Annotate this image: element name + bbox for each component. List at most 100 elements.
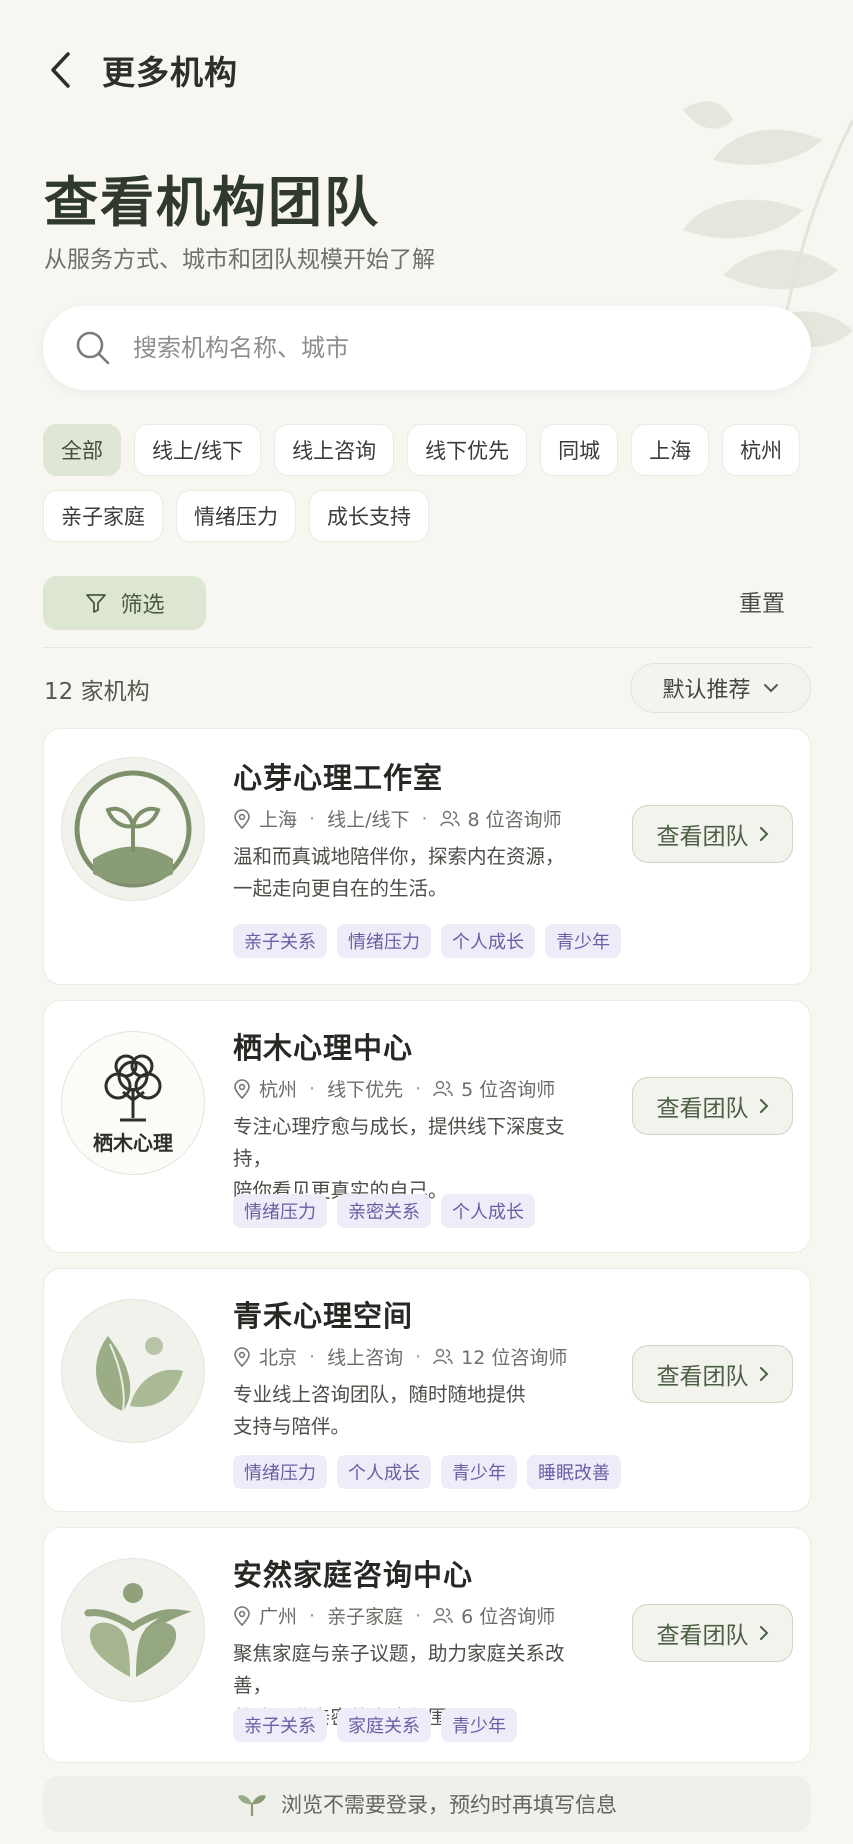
org-meta: 上海 · 线上/线下 · 8 位咨询师	[233, 805, 562, 832]
desc-line: 温和而真诚地陪伴你，探索内在资源，	[233, 845, 565, 868]
tree-logo-text: 栖木心理	[93, 1131, 173, 1155]
desc-line: 支持与陪伴。	[233, 1415, 351, 1438]
view-team-button[interactable]: 查看团队	[632, 1345, 793, 1403]
tag: 个人成长	[441, 1194, 535, 1228]
hero-title: 查看机构团队	[44, 170, 380, 234]
location-pin-icon	[234, 808, 250, 829]
back-button[interactable]	[30, 38, 90, 102]
tag: 亲密关系	[337, 1194, 431, 1228]
view-team-label: 查看团队	[656, 1364, 749, 1390]
org-city: 上海	[259, 809, 298, 831]
org-description: 专业线上咨询团队，随时随地提供 支持与陪伴。	[233, 1379, 603, 1443]
view-team-label: 查看团队	[656, 824, 749, 850]
org-card[interactable]: 心芽心理工作室 上海 · 线上/线下 · 8 位咨询师 温和而真诚地陪伴你，探索…	[43, 728, 811, 985]
tag: 个人成长	[441, 924, 535, 958]
sort-label: 默认推荐	[662, 678, 751, 703]
chip-online[interactable]: 线上咨询	[274, 424, 395, 476]
chip-family[interactable]: 亲子家庭	[43, 490, 163, 542]
view-team-label: 查看团队	[656, 1623, 749, 1649]
chip-offline-first[interactable]: 线下优先	[407, 424, 528, 476]
org-city: 广州	[259, 1606, 298, 1628]
heart-family-logo	[61, 1558, 205, 1702]
org-tags: 情绪压力 亲密关系 个人成长	[233, 1194, 535, 1228]
funnel-icon	[86, 594, 107, 613]
location-pin-icon	[234, 1078, 250, 1099]
chip-shanghai[interactable]: 上海	[631, 424, 710, 476]
chip-same-city[interactable]: 同城	[540, 424, 619, 476]
location-pin-icon	[234, 1605, 250, 1626]
filter-button[interactable]: 筛选	[43, 576, 206, 630]
chip-growth[interactable]: 成长支持	[309, 490, 429, 542]
org-counselors: 8 位咨询师	[467, 809, 562, 831]
divider	[43, 647, 811, 648]
sprout-logo	[61, 757, 205, 901]
tag: 亲子关系	[233, 924, 327, 958]
tag: 亲子关系	[233, 1708, 327, 1742]
reset-button[interactable]: 重置	[739, 584, 785, 618]
org-tags: 亲子关系 情绪压力 个人成长 青少年	[233, 924, 621, 958]
org-counselors: 6 位咨询师	[461, 1606, 556, 1628]
chevron-right-icon	[759, 1367, 768, 1381]
view-team-button[interactable]: 查看团队	[632, 805, 793, 863]
org-name: 心芽心理工作室	[233, 761, 444, 795]
chevron-right-icon	[759, 1626, 768, 1640]
tag: 青少年	[441, 1708, 517, 1742]
desc-line: 一起走向更自在的生活。	[233, 877, 448, 900]
tag: 家庭关系	[337, 1708, 431, 1742]
org-card[interactable]: 安然家庭咨询中心 广州 · 亲子家庭 · 6 位咨询师 聚焦家庭与亲子议题，助力…	[43, 1527, 811, 1763]
result-count: 12 家机构	[44, 679, 150, 705]
chevron-right-icon	[759, 1099, 768, 1113]
org-name: 栖木心理中心	[233, 1031, 414, 1065]
view-team-button[interactable]: 查看团队	[632, 1604, 793, 1662]
chip-hangzhou[interactable]: 杭州	[722, 424, 801, 476]
org-description: 专注心理疗愈与成长，提供线下深度支持， 陪你看见更真实的自己。	[233, 1111, 603, 1207]
org-card[interactable]: 青禾心理空间 北京 · 线上咨询 · 12 位咨询师 专业线上咨询团队，随时随地…	[43, 1268, 811, 1512]
hero-subtitle: 从服务方式、城市和团队规模开始了解	[44, 247, 435, 273]
org-tags: 情绪压力 个人成长 青少年 睡眠改善	[233, 1455, 621, 1489]
org-counselors: 12 位咨询师	[461, 1347, 568, 1369]
org-mode: 线上咨询	[327, 1347, 404, 1369]
org-name: 青禾心理空间	[233, 1299, 414, 1333]
sprout-icon	[238, 1795, 266, 1816]
org-meta: 杭州 · 线下优先 · 5 位咨询师	[233, 1075, 555, 1102]
tag: 情绪压力	[233, 1455, 327, 1489]
org-counselors: 5 位咨询师	[461, 1079, 556, 1101]
chevron-right-icon	[759, 827, 768, 841]
people-icon	[433, 1080, 453, 1096]
org-tags: 亲子关系 家庭关系 青少年	[233, 1708, 517, 1742]
top-bar: 更多机构	[0, 38, 853, 102]
search-input[interactable]	[133, 334, 733, 362]
footer-tip-text: 浏览不需要登录，预约时再填写信息	[281, 1793, 617, 1817]
tree-logo: 栖木心理	[61, 1031, 205, 1175]
org-name: 安然家庭咨询中心	[233, 1558, 474, 1592]
search-bar[interactable]	[43, 306, 811, 390]
chip-online-offline[interactable]: 线上/线下	[134, 424, 262, 476]
footer-tip: 浏览不需要登录，预约时再填写信息	[43, 1776, 811, 1832]
leaf-logo	[61, 1299, 205, 1443]
tag: 睡眠改善	[527, 1455, 621, 1489]
view-team-label: 查看团队	[656, 1096, 749, 1122]
desc-line: 专注心理疗愈与成长，提供线下深度支持，	[233, 1115, 565, 1170]
org-mode: 线上/线下	[327, 809, 410, 831]
sort-dropdown[interactable]: 默认推荐	[630, 663, 811, 713]
org-city: 杭州	[259, 1079, 298, 1101]
org-mode: 亲子家庭	[327, 1606, 404, 1628]
chip-emotion[interactable]: 情绪压力	[176, 490, 296, 542]
search-icon	[76, 331, 110, 365]
tag: 个人成长	[337, 1455, 431, 1489]
view-team-button[interactable]: 查看团队	[632, 1077, 793, 1135]
location-pin-icon	[234, 1346, 250, 1367]
people-icon	[433, 1607, 453, 1623]
people-icon	[433, 1348, 453, 1364]
filter-label: 筛选	[120, 593, 165, 618]
desc-line: 聚焦家庭与亲子议题，助力家庭关系改善，	[233, 1642, 565, 1697]
chip-all[interactable]: 全部	[43, 424, 121, 476]
people-icon	[439, 810, 460, 826]
chevron-left-icon	[51, 52, 70, 88]
page-title: 更多机构	[102, 53, 238, 92]
page: 更多机构 查看机构团队 从服务方式、城市和团队规模开始了解 全部 线上/线下 线…	[0, 0, 853, 1844]
tag: 情绪压力	[233, 1194, 327, 1228]
org-card[interactable]: 栖木心理 栖木心理中心 杭州 · 线下优先 · 5 位咨询师 专注心理疗愈与成长…	[43, 1000, 811, 1253]
org-meta: 北京 · 线上咨询 · 12 位咨询师	[233, 1343, 567, 1370]
org-description: 温和而真诚地陪伴你，探索内在资源， 一起走向更自在的生活。	[233, 841, 603, 905]
